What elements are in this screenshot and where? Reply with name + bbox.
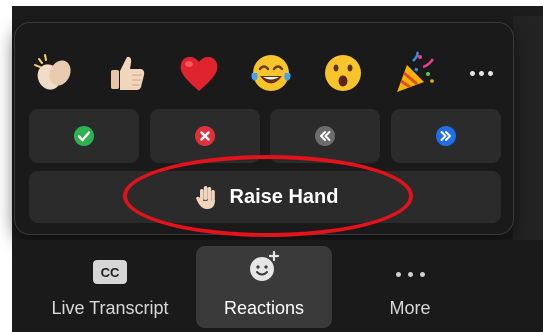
heart-icon bbox=[180, 56, 218, 91]
closed-captions-icon: CC bbox=[93, 260, 127, 284]
more-icon bbox=[395, 271, 425, 277]
add-reaction-icon bbox=[250, 250, 280, 281]
raise-hand-button[interactable]: Raise Hand bbox=[29, 171, 501, 223]
meeting-side-panel bbox=[513, 16, 543, 240]
yes-button[interactable] bbox=[29, 109, 139, 163]
zoom-window: Raise Hand CC Live Transcript Reactions bbox=[0, 0, 543, 332]
fast-forward-icon bbox=[435, 126, 456, 146]
live-transcript-button[interactable]: CC Live Transcript bbox=[30, 246, 190, 328]
clapping-hands-icon bbox=[34, 54, 71, 90]
ellipsis-icon bbox=[469, 70, 475, 76]
heart-emoji[interactable] bbox=[173, 47, 225, 99]
raised-hand-icon bbox=[192, 183, 220, 211]
rewind-icon bbox=[315, 126, 336, 146]
clapping-hands-emoji[interactable] bbox=[29, 47, 81, 99]
checkmark-icon bbox=[74, 126, 94, 146]
thumbs-up-emoji[interactable] bbox=[101, 47, 153, 99]
thumbs-up-icon bbox=[111, 56, 145, 90]
live-transcript-label: Live Transcript bbox=[51, 298, 169, 318]
more-label: More bbox=[389, 298, 431, 318]
reactions-button[interactable]: Reactions bbox=[196, 246, 332, 328]
x-icon bbox=[194, 126, 215, 146]
more-button[interactable]: More bbox=[350, 246, 470, 328]
tears-of-joy-icon bbox=[251, 55, 291, 91]
feedback-row bbox=[29, 109, 501, 163]
more-reactions-button[interactable] bbox=[461, 47, 501, 99]
party-popper-emoji[interactable] bbox=[389, 47, 441, 99]
meeting-toolbar: CC Live Transcript Reactions More bbox=[12, 240, 543, 332]
party-popper-icon bbox=[397, 51, 435, 92]
open-mouth-emoji[interactable] bbox=[317, 47, 369, 99]
emoji-row bbox=[29, 45, 501, 101]
tears-of-joy-emoji[interactable] bbox=[245, 47, 297, 99]
no-button[interactable] bbox=[149, 109, 260, 163]
reactions-popup: Raise Hand bbox=[14, 22, 514, 235]
reactions-label: Reactions bbox=[223, 298, 305, 318]
slow-down-button[interactable] bbox=[270, 109, 381, 163]
open-mouth-icon bbox=[325, 55, 361, 91]
speed-up-button[interactable] bbox=[390, 109, 501, 163]
raise-hand-label: Raise Hand bbox=[229, 185, 339, 208]
